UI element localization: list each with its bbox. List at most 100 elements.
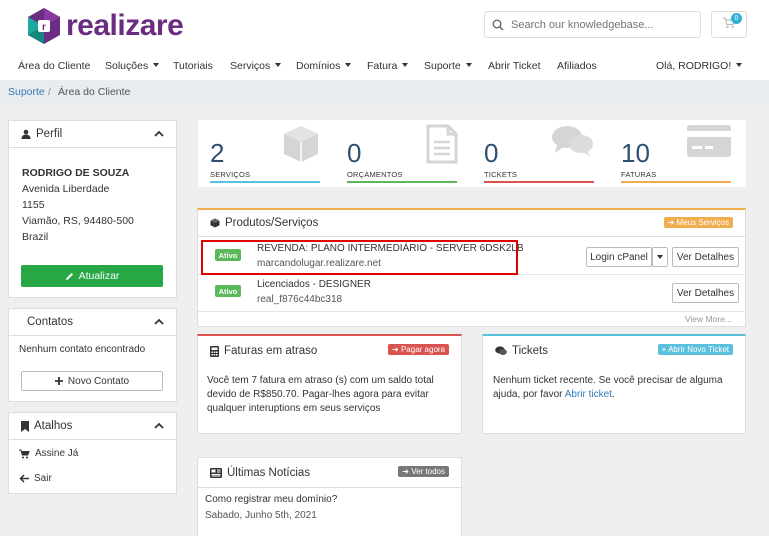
stat-tickets[interactable]: 0 TICKETS	[472, 120, 609, 187]
nav-item-solucoes[interactable]: Soluções	[105, 60, 160, 72]
invoices-text: Você tem 7 fatura em atraso (s) com um s…	[207, 375, 434, 414]
stat-underline	[621, 181, 731, 183]
caret-down-icon	[657, 255, 663, 259]
plus-icon	[54, 377, 63, 385]
caret-down-icon	[345, 63, 352, 67]
update-profile-button[interactable]: Atualizar	[21, 265, 163, 287]
arrow-left-icon	[19, 474, 29, 483]
tickets-panel: Tickets + Abrir Novo Ticket Nenhum ticke…	[482, 334, 746, 434]
news-item-title: Como registrar meu domínio?	[205, 494, 338, 505]
logo-mark-icon: r	[24, 6, 64, 46]
stat-label: FATURAS	[621, 170, 657, 179]
shortcuts-panel: Atalhos Assine Já Sair	[8, 412, 177, 494]
search-box[interactable]	[484, 11, 701, 38]
comments-icon	[551, 124, 595, 163]
status-badge: Ativo	[215, 285, 241, 297]
breadcrumb-suporte[interactable]: Suporte	[8, 86, 45, 98]
cart-button[interactable]: 0	[711, 11, 747, 38]
view-more-link[interactable]: View More...	[685, 314, 732, 324]
cart-count-badge: 0	[731, 13, 742, 24]
chevron-up-icon[interactable]	[154, 316, 164, 328]
pay-now-button[interactable]: ➜ Pagar agora	[388, 344, 449, 355]
contacts-title: Contatos	[27, 316, 74, 328]
svg-text:r: r	[42, 22, 46, 33]
view-details-button[interactable]: Ver Detalhes	[672, 247, 739, 267]
stat-value: 0	[484, 138, 499, 168]
breadcrumb-current: Área do Cliente	[58, 86, 131, 98]
my-services-button[interactable]: ➜ Meus Serviços	[663, 217, 733, 228]
nav-item-dominios[interactable]: Domínios	[296, 60, 352, 72]
chevron-up-icon[interactable]	[154, 420, 164, 432]
profile-panel-header[interactable]: Perfil	[9, 121, 176, 148]
main-area: Perfil RODRIGO DE SOUZA Avenida Liberdad…	[0, 104, 769, 536]
shortcuts-panel-header[interactable]: Atalhos	[9, 413, 176, 440]
open-new-ticket-button[interactable]: + Abrir Novo Ticket	[657, 344, 733, 355]
stat-label: TICKETS	[484, 170, 518, 179]
view-all-news-button[interactable]: ➜ Ver todos	[398, 466, 449, 477]
products-panel: Produtos/Serviços ➜ Meus Serviços Ativo …	[197, 208, 746, 327]
product-row[interactable]: Ativo REVENDA: PLANO INTERMEDIÁRIO - SER…	[198, 239, 745, 275]
news-item[interactable]: Como registrar meu domínio? Sabado, Junh…	[198, 489, 461, 525]
nav-item-fatura[interactable]: Fatura	[367, 60, 409, 72]
arrow-right-icon: ➜	[392, 345, 399, 354]
stat-value: 0	[347, 138, 362, 168]
user-menu[interactable]: Olá, RODRIGO!	[656, 60, 743, 72]
stat-servicos[interactable]: 2 SERVIÇOS	[198, 120, 335, 187]
credit-card-icon	[686, 124, 732, 161]
stat-orcamentos[interactable]: 0 ORÇAMENTOS	[335, 120, 472, 187]
open-ticket-link[interactable]: Abrir ticket	[565, 389, 612, 400]
stat-faturas[interactable]: 10 FATURAS	[609, 120, 746, 187]
tickets-text: Nenhum ticket recente. Se você precisar …	[493, 375, 723, 400]
nav-item-suporte[interactable]: Suporte	[424, 60, 472, 72]
profile-name: RODRIGO DE SOUZA	[22, 167, 130, 179]
nav-item-servicos[interactable]: Serviços	[230, 60, 282, 72]
caret-down-icon	[465, 63, 472, 67]
contacts-empty-text: Nenhum contato encontrado	[19, 344, 146, 355]
bookmark-icon	[21, 420, 29, 432]
document-icon	[426, 124, 458, 167]
nav-item-area-cliente[interactable]: Área do Cliente	[18, 60, 90, 72]
tickets-title: Tickets	[512, 345, 548, 357]
nav-item-afiliados[interactable]: Afiliados	[557, 60, 597, 72]
cpanel-dropdown-toggle[interactable]	[652, 247, 668, 267]
profile-panel: Perfil RODRIGO DE SOUZA Avenida Liberdad…	[8, 120, 177, 298]
stat-value: 10	[621, 138, 650, 168]
highlight-box	[201, 240, 518, 275]
brand-logo[interactable]: r realizare	[24, 6, 184, 46]
arrow-right-icon: ➜	[667, 218, 675, 227]
nav-item-tutoriais[interactable]: Tutoriais	[173, 60, 213, 72]
products-title: Produtos/Serviços	[225, 217, 319, 229]
login-cpanel-button[interactable]: Login cPanel	[586, 247, 652, 267]
shortcuts-title: Atalhos	[34, 420, 73, 432]
product-row[interactable]: Ativo Licenciados - DESIGNER real_f876c4…	[198, 276, 745, 312]
profile-address-line2: 1155	[22, 199, 45, 211]
products-panel-header: Produtos/Serviços ➜ Meus Serviços	[198, 210, 745, 237]
contacts-panel: Contatos Nenhum contato encontrado Novo …	[8, 308, 177, 402]
invoices-title: Faturas em atraso	[224, 345, 318, 357]
user-icon	[21, 129, 31, 139]
profile-city: Viamão, RS, 94480-500	[22, 215, 134, 227]
cube-icon	[281, 124, 321, 167]
news-title: Últimas Notícias	[227, 466, 311, 479]
profile-address-line1: Avenida Liberdade	[22, 183, 110, 195]
caret-down-icon	[402, 63, 409, 67]
chevron-up-icon[interactable]	[154, 128, 164, 140]
profile-title: Perfil	[36, 128, 63, 140]
news-panel-header: Últimas Notícias ➜ Ver todos	[198, 458, 461, 488]
caret-down-icon	[736, 63, 743, 67]
breadcrumb-separator: /	[48, 86, 51, 98]
view-details-button[interactable]: Ver Detalhes	[672, 283, 739, 303]
contacts-panel-header[interactable]: Contatos	[9, 309, 176, 336]
stat-underline	[210, 181, 320, 183]
header: r realizare 0 Área do Cliente Soluções T…	[0, 0, 769, 80]
shortcut-assine[interactable]: Assine Já	[19, 448, 78, 459]
new-contact-button[interactable]: Novo Contato	[21, 371, 163, 391]
main-nav: Área do Cliente Soluções Tutoriais Servi…	[0, 56, 769, 80]
stat-value: 2	[210, 138, 225, 168]
cart-icon	[19, 449, 30, 459]
shortcut-sair[interactable]: Sair	[19, 473, 52, 484]
arrow-right-icon: ➜	[402, 467, 409, 476]
nav-item-abrir-ticket[interactable]: Abrir Ticket	[488, 60, 541, 72]
overdue-invoices-panel: Faturas em atraso ➜ Pagar agora Você tem…	[197, 334, 462, 434]
search-input[interactable]	[511, 18, 691, 31]
